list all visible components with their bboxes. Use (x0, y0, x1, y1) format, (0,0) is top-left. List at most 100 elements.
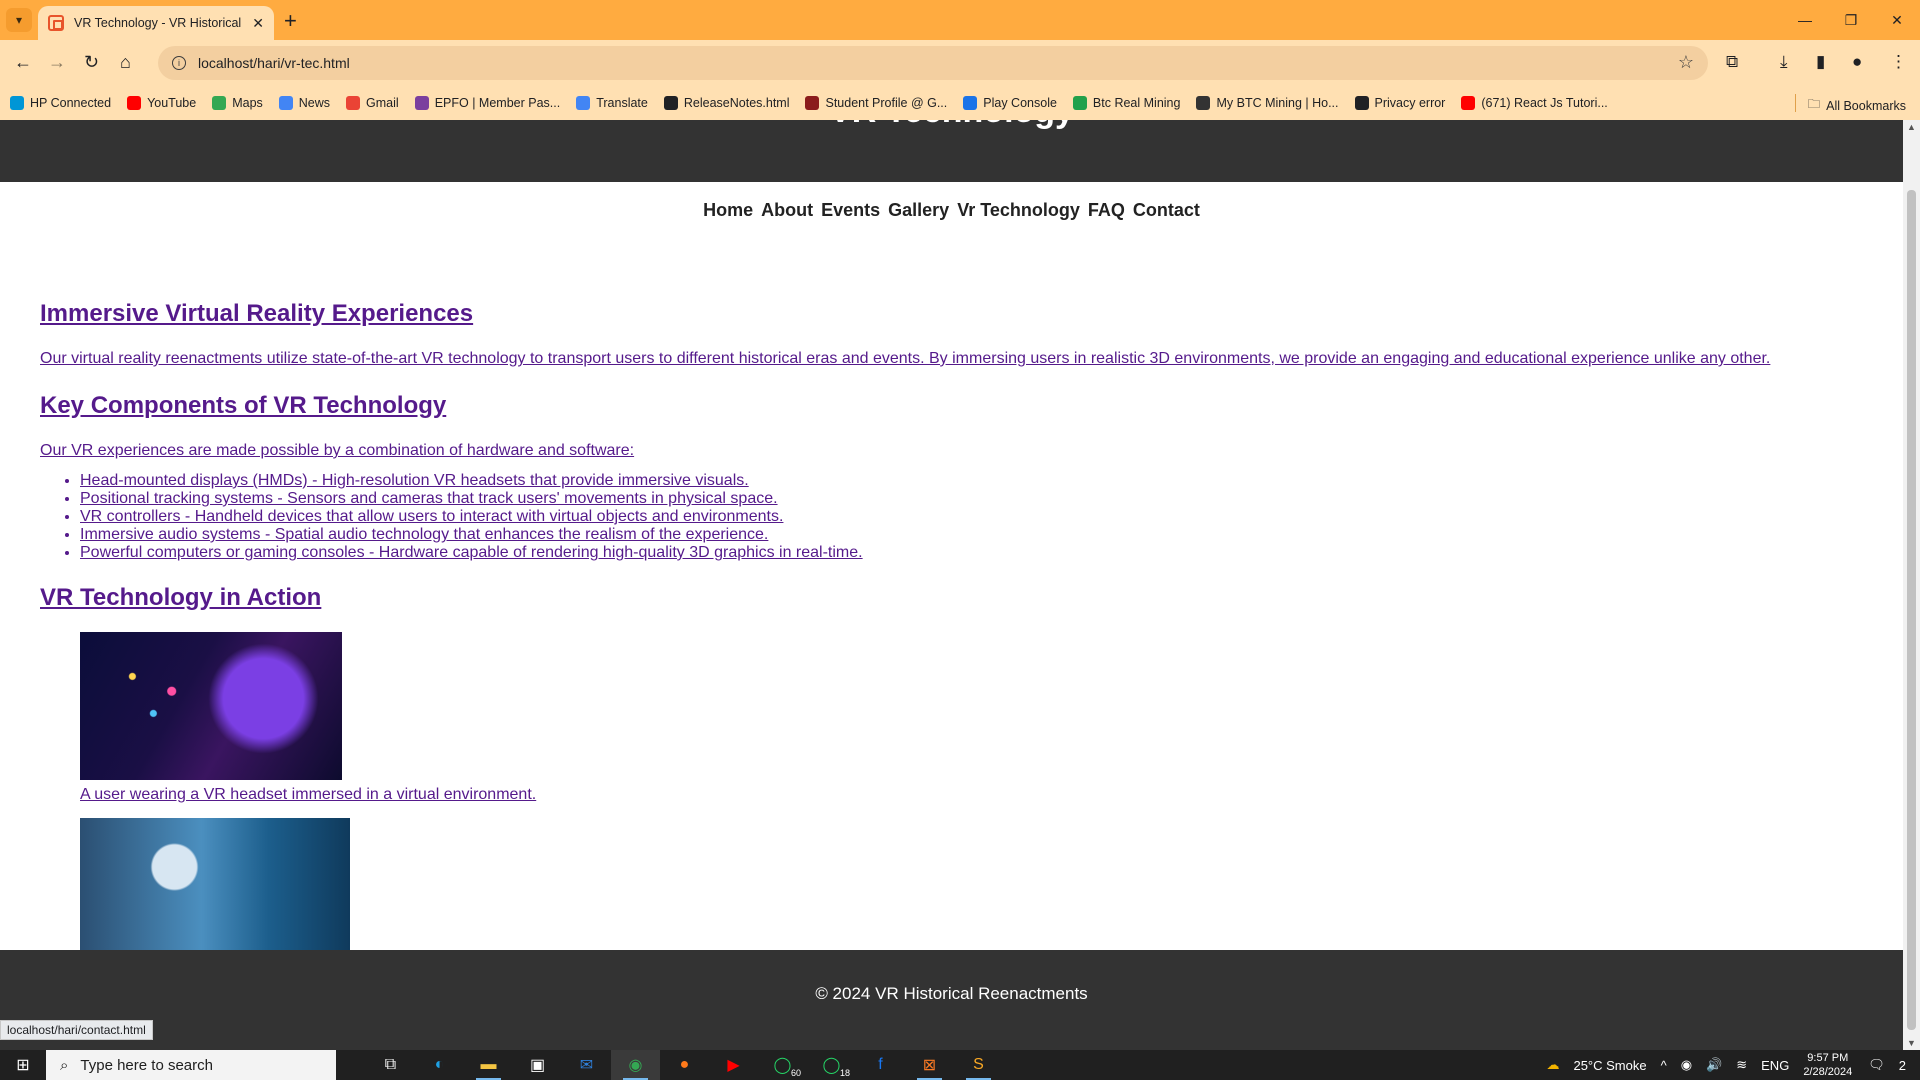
component-link[interactable]: Powerful computers or gaming consoles - … (80, 544, 863, 561)
main-content: Immersive Virtual Reality Experiences Ou… (40, 300, 1880, 958)
forward-arrow-icon[interactable]: → (48, 52, 66, 73)
notification-count: 2 (1898, 1057, 1906, 1073)
action-heading[interactable]: VR Technology in Action (40, 584, 1880, 612)
scroll-up-icon[interactable]: ▲ (1907, 122, 1916, 132)
mail-icon[interactable]: ✉ (562, 1050, 611, 1080)
menu-kebab-icon[interactable]: ⋮ (1890, 52, 1907, 72)
link-status-bubble: localhost/hari/contact.html (0, 1020, 153, 1040)
nav-link-faq[interactable]: FAQ (1088, 200, 1125, 220)
nav-link-events[interactable]: Events (821, 200, 880, 220)
minimize-icon[interactable]: — (1782, 0, 1828, 40)
scroll-down-icon[interactable]: ▼ (1907, 1038, 1916, 1048)
bookmark-item[interactable]: Privacy error (1354, 96, 1446, 110)
language-indicator[interactable]: ENG (1761, 1058, 1789, 1073)
taskbar-search-box[interactable]: ⌕ Type here to search (46, 1050, 336, 1080)
image-caption[interactable]: A user wearing a VR headset immersed in … (80, 786, 1880, 804)
bookmark-item[interactable]: (671) React Js Tutori... (1461, 96, 1608, 110)
bookmark-item[interactable]: HP Connected (10, 96, 111, 110)
component-link[interactable]: Head-mounted displays (HMDs) - High-reso… (80, 472, 749, 489)
facebook-icon[interactable]: f (856, 1050, 905, 1080)
all-bookmarks-button[interactable]: 🗀 All Bookmarks (1808, 95, 1906, 116)
bookmark-label: EPFO | Member Pas... (434, 96, 561, 110)
sublime-text-icon[interactable]: S (954, 1050, 1003, 1080)
xampp-icon[interactable]: ⊠ (905, 1050, 954, 1080)
windows-start-icon[interactable]: ⊞ (0, 1050, 46, 1080)
clock[interactable]: 9:57 PM 2/28/2024 (1803, 1051, 1852, 1079)
profile-avatar-icon[interactable]: ● (1852, 52, 1862, 72)
new-tab-icon[interactable]: + (284, 8, 297, 34)
bookmark-item[interactable]: Play Console (963, 96, 1057, 110)
bookmark-favicon-icon (1461, 96, 1476, 110)
bookmark-star-icon[interactable]: ☆ (1678, 52, 1694, 73)
window-controls: — ❐ ✕ (1782, 0, 1920, 40)
browser-tab-active[interactable]: VR Technology - VR Historical Reenactmen… (38, 6, 274, 40)
list-item: Immersive audio systems - Spatial audio … (80, 526, 1880, 544)
bookmark-favicon-icon (278, 96, 293, 110)
bookmark-favicon-icon (1072, 96, 1087, 110)
firefox-icon[interactable]: ● (660, 1050, 709, 1080)
components-heading[interactable]: Key Components of VR Technology (40, 392, 1880, 420)
extensions-icon[interactable]: ⧉ (1726, 52, 1738, 72)
file-explorer-icon[interactable]: ▬ (464, 1050, 513, 1080)
task-view-icon[interactable]: ⧉ (366, 1050, 415, 1080)
weather-text[interactable]: 25°C Smoke (1573, 1058, 1646, 1073)
immersive-heading[interactable]: Immersive Virtual Reality Experiences (40, 300, 1880, 328)
bookmark-item[interactable]: Maps (212, 96, 263, 110)
back-arrow-icon[interactable]: ← (14, 52, 32, 73)
nav-link-contact[interactable]: Contact (1133, 200, 1200, 220)
close-tab-icon[interactable]: ✕ (252, 15, 264, 32)
volume-icon[interactable]: 🔊 (1706, 1057, 1722, 1073)
reload-icon[interactable]: ↻ (84, 52, 99, 73)
store-icon[interactable]: ▣ (513, 1050, 562, 1080)
tab-search-button[interactable]: ▾ (6, 8, 32, 32)
scrollbar-thumb[interactable] (1907, 190, 1916, 1030)
bookmark-item[interactable]: Btc Real Mining (1072, 96, 1181, 110)
component-link[interactable]: VR controllers - Handheld devices that a… (80, 508, 783, 525)
bookmark-item[interactable]: YouTube (127, 96, 196, 110)
folder-icon: 🗀 (1807, 97, 1821, 111)
vr-headset-image[interactable] (80, 632, 342, 780)
download-icon[interactable]: ⤓ (1780, 52, 1788, 72)
immersive-text[interactable]: Our virtual reality reenactments utilize… (40, 350, 1880, 368)
nav-link-about[interactable]: About (761, 200, 813, 220)
nav-link-vr-technology[interactable]: Vr Technology (957, 200, 1080, 220)
vr-hologram-image[interactable] (80, 818, 350, 958)
bookmark-item[interactable]: Student Profile @ G... (805, 96, 947, 110)
bookmark-item[interactable]: News (278, 96, 330, 110)
bookmark-favicon-icon (1354, 96, 1369, 110)
weather-icon[interactable]: ☁ (1546, 1057, 1559, 1073)
close-window-icon[interactable]: ✕ (1874, 0, 1920, 40)
location-icon[interactable]: ◉ (1681, 1057, 1692, 1073)
components-text[interactable]: Our VR experiences are made possible by … (40, 442, 1880, 460)
system-tray: ☁ 25°C Smoke ^ ◉ 🔊 ≋ ENG 9:57 PM 2/28/20… (1546, 1050, 1920, 1080)
component-link[interactable]: Immersive audio systems - Spatial audio … (80, 526, 768, 543)
nav-link-home[interactable]: Home (703, 200, 753, 220)
restore-icon[interactable]: ❐ (1828, 0, 1874, 40)
home-icon[interactable]: ⌂ (120, 52, 131, 73)
notification-icon[interactable]: 🗨 (1868, 1057, 1885, 1073)
taskbar-search-placeholder: Type here to search (80, 1056, 213, 1074)
component-link[interactable]: Positional tracking systems - Sensors an… (80, 490, 778, 507)
bookmark-item[interactable]: Gmail (346, 96, 399, 110)
bookmark-favicon-icon (963, 96, 978, 110)
edge-icon[interactable]: ◐ (415, 1050, 464, 1080)
bookmark-label: Btc Real Mining (1092, 96, 1181, 110)
whatsapp-icon[interactable]: ◯ 60 (758, 1050, 807, 1080)
wifi-icon[interactable]: ≋ (1736, 1057, 1747, 1073)
tab-title: VR Technology - VR Historical Reenactmen… (74, 16, 244, 30)
page-scrollbar[interactable]: ▲ ▼ (1903, 120, 1920, 1050)
bookmark-item[interactable]: My BTC Mining | Ho... (1196, 96, 1339, 110)
bookmark-label: Privacy error (1374, 96, 1446, 110)
tray-chevron-icon[interactable]: ^ (1661, 1058, 1667, 1073)
side-panel-icon[interactable]: ▮ (1816, 52, 1825, 72)
address-bar[interactable]: i localhost/hari/vr-tec.html ☆ (158, 46, 1708, 80)
nav-link-gallery[interactable]: Gallery (888, 200, 949, 220)
bookmark-item[interactable]: ReleaseNotes.html (663, 96, 789, 110)
youtube-icon[interactable]: ▶ (709, 1050, 758, 1080)
whatsapp-business-icon[interactable]: ◯ 18 (807, 1050, 856, 1080)
bookmark-item[interactable]: Translate (576, 96, 648, 110)
whatsapp-business-badge: 18 (837, 1068, 852, 1078)
site-info-icon[interactable]: i (172, 56, 186, 70)
chrome-icon[interactable]: ◉ (611, 1050, 660, 1080)
bookmark-item[interactable]: EPFO | Member Pas... (414, 96, 561, 110)
